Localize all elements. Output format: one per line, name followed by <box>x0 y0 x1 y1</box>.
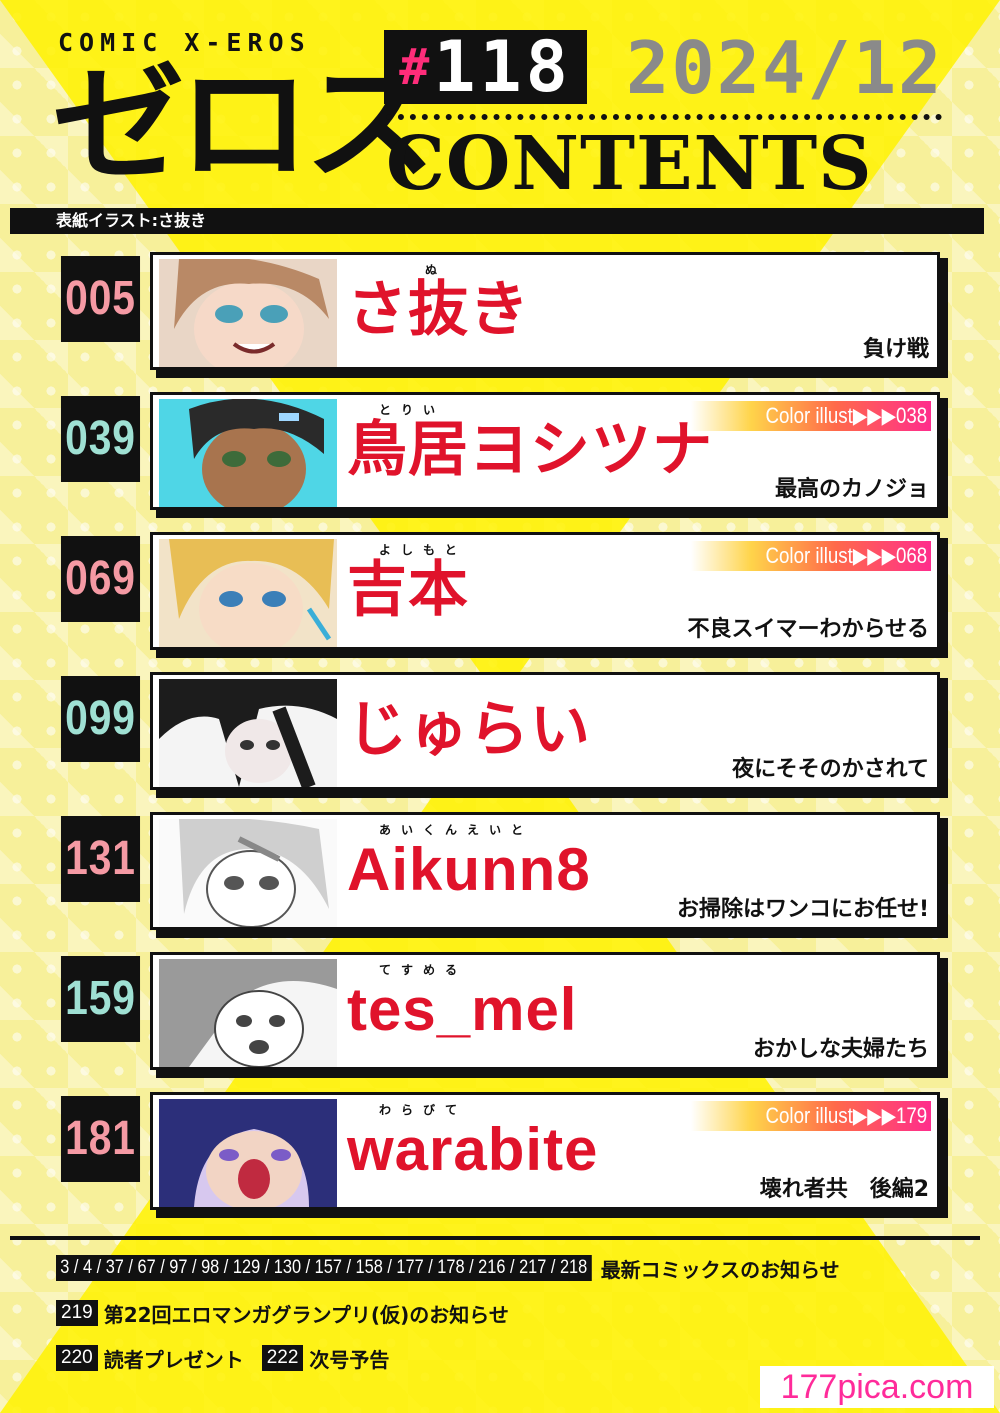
info-row-comics[interactable]: 3 / 4 / 37 / 67 / 97 / 98 / 129 / 130 / … <box>56 1255 840 1282</box>
page-number: 131 <box>60 816 141 902</box>
entry-card[interactable]: じゅらい 夜にそそのかされて <box>150 672 940 790</box>
toc-entry[interactable]: 069 Color illust▶▶▶068 よしもと 吉本 不良スイマーわから… <box>0 532 1000 658</box>
thumbnail-illustration <box>159 679 337 787</box>
issue-date: 2024/12 <box>626 26 944 110</box>
story-title: 壊れ者共 後編2 <box>759 1177 929 1202</box>
toc-entry[interactable]: 039 Color illust▶▶▶038 とりい 鳥居ヨシツナ 最高のカノジ… <box>0 392 1000 518</box>
info-page-219: 219 <box>56 1300 98 1326</box>
story-title: 不良スイマーわからせる <box>687 617 929 642</box>
entry-card[interactable]: Color illust▶▶▶179 わらびて warabite 壊れ者共 後編… <box>150 1092 940 1210</box>
toc-entry[interactable]: 159 てすめる tes_mel おかしな夫婦たち <box>0 952 1000 1078</box>
info-page-list: 3 / 4 / 37 / 67 / 97 / 98 / 129 / 130 / … <box>56 1255 592 1281</box>
page-number: 069 <box>60 536 141 622</box>
cover-credit: 表紙イラスト:さ抜き <box>56 211 207 230</box>
dotted-divider <box>386 114 942 120</box>
info-page-220: 220 <box>56 1345 98 1371</box>
info-row-present-nextissue[interactable]: 220 読者プレゼント 222 次号予告 <box>56 1345 390 1372</box>
thumbnail-illustration <box>159 819 337 927</box>
author-name: さ抜き <box>347 276 530 343</box>
color-illust-badge: Color illust▶▶▶038 <box>691 401 931 431</box>
story-title: 夜にそそのかされて <box>732 757 929 782</box>
logo-japanese: ゼロス <box>52 51 436 198</box>
badge-text: Color illust▶▶▶068 <box>765 543 927 568</box>
page-number: 039 <box>60 396 141 482</box>
toc-entry[interactable]: 181 Color illust▶▶▶179 わらびて warabite 壊れ者… <box>0 1092 1000 1218</box>
info-text-nextissue: 次号予告 <box>309 1347 390 1372</box>
page-number: 099 <box>60 676 141 762</box>
badge-text: Color illust▶▶▶179 <box>765 1103 927 1128</box>
entry-card[interactable]: Color illust▶▶▶068 よしもと 吉本 不良スイマーわからせる <box>150 532 940 650</box>
story-title: おかしな夫婦たち <box>752 1037 929 1062</box>
story-title: 負け戦 <box>862 337 929 362</box>
issue-hash: # <box>399 38 434 96</box>
badge-text: Color illust▶▶▶038 <box>765 403 927 428</box>
author-name: じゅらい <box>347 696 591 763</box>
entry-card[interactable]: てすめる tes_mel おかしな夫婦たち <box>150 952 940 1070</box>
cover-credit-bar: 表紙イラスト:さ抜き <box>10 208 984 234</box>
issue-number: 118 <box>433 26 572 108</box>
issue-number-box: #118 <box>384 30 587 104</box>
contents-title: CONTENTS <box>386 121 873 207</box>
entry-card[interactable]: あいくんえいと Aikunn8 お掃除はワンコにお任せ! <box>150 812 940 930</box>
page-number: 005 <box>60 256 141 342</box>
toc-entry[interactable]: 131 あいくんえいと Aikunn8 お掃除はワンコにお任せ! <box>0 812 1000 938</box>
info-text-grandprix: 第22回エロマンガグランプリ(仮)のお知らせ <box>103 1302 509 1327</box>
author-name: tes_mel <box>347 976 578 1043</box>
story-title: 最高のカノジョ <box>774 477 929 502</box>
toc-entry[interactable]: 099 じゅらい 夜にそそのかされて <box>0 672 1000 798</box>
toc-entry[interactable]: 005 ぬ さ抜き 負け戦 <box>0 252 1000 378</box>
footer-divider <box>10 1236 980 1240</box>
entry-card[interactable]: Color illust▶▶▶038 とりい 鳥居ヨシツナ 最高のカノジョ <box>150 392 940 510</box>
watermark: 177pica.com <box>760 1366 994 1408</box>
story-title: お掃除はワンコにお任せ! <box>676 897 929 922</box>
thumbnail-illustration <box>159 259 337 367</box>
thumbnail-illustration <box>159 1099 337 1207</box>
author-name: 鳥居ヨシツナ <box>347 416 713 483</box>
info-text-present: 読者プレゼント <box>103 1347 244 1372</box>
page-number: 159 <box>60 956 141 1042</box>
thumbnail-illustration <box>159 399 337 507</box>
color-illust-badge: Color illust▶▶▶179 <box>691 1101 931 1131</box>
info-text-comics: 最新コミックスのお知らせ <box>600 1257 840 1282</box>
page-number: 181 <box>60 1096 141 1182</box>
info-row-grandprix[interactable]: 219 第22回エロマンガグランプリ(仮)のお知らせ <box>56 1300 509 1327</box>
thumbnail-illustration <box>159 539 337 647</box>
author-name: Aikunn8 <box>347 836 591 903</box>
author-name: 吉本 <box>347 556 469 623</box>
color-illust-badge: Color illust▶▶▶068 <box>691 541 931 571</box>
author-name: warabite <box>347 1116 599 1183</box>
thumbnail-illustration <box>159 959 337 1067</box>
info-page-222: 222 <box>261 1345 304 1371</box>
entry-card[interactable]: ぬ さ抜き 負け戦 <box>150 252 940 370</box>
header: COMIC X-EROS ゼロス #118 2024/12 CONTENTS 表… <box>0 0 1000 240</box>
